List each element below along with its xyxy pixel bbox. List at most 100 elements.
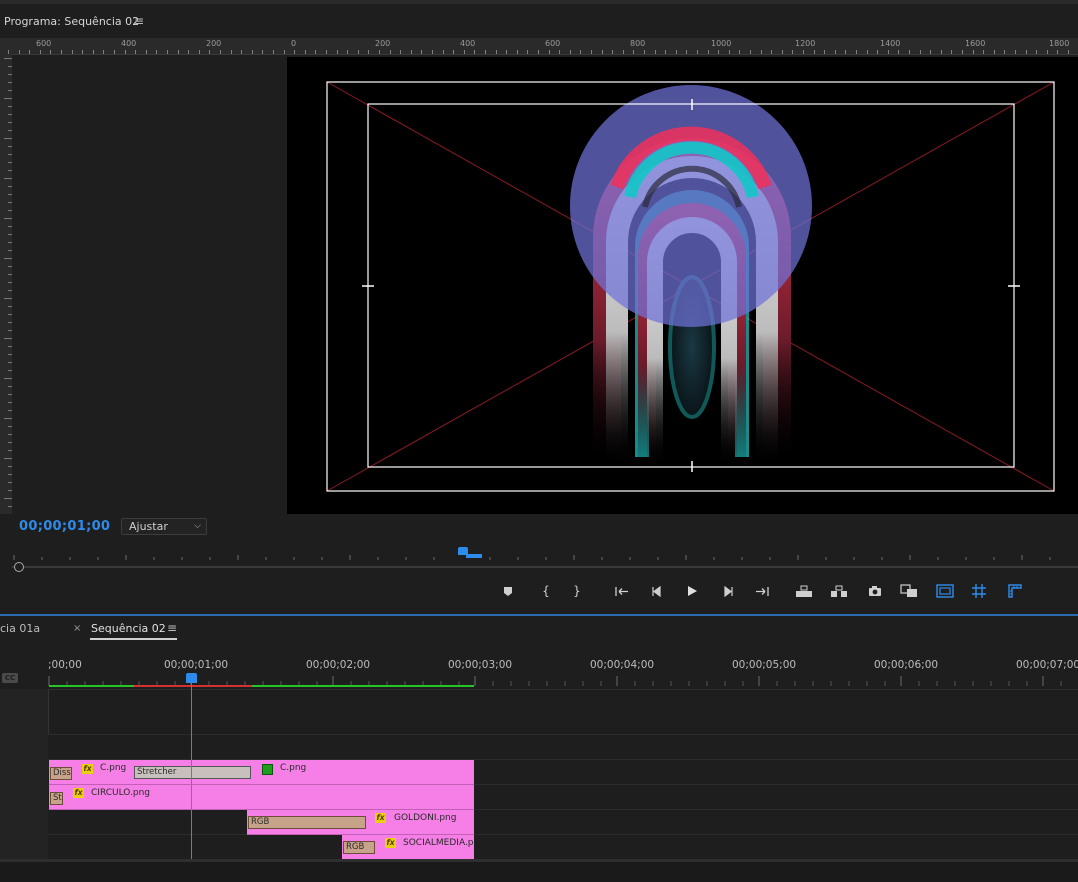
- zoom-scroll-bar[interactable]: [12, 566, 1078, 568]
- ruler-tick: [8, 130, 12, 131]
- render-status-bar-green: [49, 685, 134, 687]
- current-timecode[interactable]: 00;00;01;00: [19, 519, 110, 534]
- ruler-tick: [8, 82, 12, 83]
- play-icon[interactable]: [681, 582, 703, 600]
- ruler-label: 400: [460, 39, 476, 48]
- ruler-tick: [496, 50, 497, 54]
- ruler-tick: [8, 242, 12, 243]
- mark-out-icon[interactable]: }: [566, 582, 588, 600]
- export-frame-icon[interactable]: [864, 582, 886, 600]
- ruler-tick: [146, 50, 147, 54]
- zoom-level-dropdown[interactable]: Ajustar ⌵: [121, 518, 207, 535]
- ruler-tick: [8, 346, 12, 347]
- ruler-tick: [983, 50, 984, 54]
- track-v2[interactable]: [48, 809, 1078, 835]
- ruler-tick: [1026, 50, 1027, 54]
- add-marker-icon[interactable]: [497, 582, 519, 600]
- ruler-tick: [8, 354, 12, 355]
- ruler-tick: [8, 234, 12, 235]
- clip-circulo-png[interactable]: St fx CIRCULO.png: [49, 785, 474, 810]
- transition-dissolve[interactable]: Diss: [50, 767, 72, 780]
- ruler-tick: [474, 50, 475, 54]
- captions-icon[interactable]: CC: [2, 673, 18, 683]
- program-video-frame[interactable]: [287, 57, 1078, 514]
- timecode-label: 00;00;06;00: [874, 659, 939, 671]
- ruler-tick: [8, 306, 12, 307]
- ruler-tick: [167, 50, 168, 54]
- ruler-tick: [8, 170, 12, 171]
- go-to-in-icon[interactable]: [611, 582, 633, 600]
- ruler-label: 1400: [880, 39, 901, 48]
- ruler-tick: [411, 50, 412, 54]
- ruler-tick: [8, 474, 12, 475]
- transition-stretch[interactable]: St: [50, 792, 63, 805]
- comparison-view-icon[interactable]: [898, 582, 920, 600]
- ruler-tick: [19, 50, 20, 54]
- ruler-tick: [4, 98, 12, 99]
- mini-timeline-ruler[interactable]: [0, 545, 1078, 563]
- ruler-label: 600: [545, 39, 561, 48]
- track-v5[interactable]: [48, 734, 1078, 760]
- extract-icon[interactable]: [828, 582, 850, 600]
- ruler-label: 800: [630, 39, 646, 48]
- mini-timeline-ticks: [13, 555, 1051, 560]
- ruler-tick: [1057, 50, 1058, 54]
- effect-stretcher[interactable]: Stretcher: [134, 766, 251, 779]
- ruler-tick: [188, 50, 189, 54]
- track-v1[interactable]: [48, 834, 1078, 860]
- guides-icon[interactable]: [1004, 582, 1026, 600]
- step-back-icon[interactable]: [646, 582, 668, 600]
- vertical-ruler: [0, 54, 12, 514]
- panel-menu-icon[interactable]: ≡: [167, 621, 177, 635]
- step-forward-icon[interactable]: [717, 582, 739, 600]
- ruler-tick: [8, 226, 12, 227]
- ruler-tick: [199, 50, 200, 54]
- ruler-label: 1600: [965, 39, 986, 48]
- clip-socialmedia-png[interactable]: RGB fx SOCIALMEDIA.p: [342, 835, 474, 860]
- go-to-out-icon[interactable]: [751, 582, 773, 600]
- clip-goldoni-png[interactable]: RGB fx GOLDONI.png: [247, 810, 474, 835]
- grid-icon[interactable]: [968, 582, 990, 600]
- ruler-tick: [220, 50, 221, 54]
- ruler-tick: [8, 394, 12, 395]
- ruler-tick: [114, 50, 115, 54]
- panel-menu-icon[interactable]: ≡: [134, 14, 144, 28]
- mark-in-icon[interactable]: {: [535, 582, 557, 600]
- ruler-label: 1200: [795, 39, 816, 48]
- safe-margins-icon[interactable]: [934, 582, 956, 600]
- ruler-tick: [379, 50, 380, 54]
- program-monitor-title[interactable]: Programa: Sequência 02: [4, 15, 139, 28]
- ruler-tick: [262, 50, 263, 54]
- ruler-tick: [443, 50, 444, 54]
- tab-sequencia-01a[interactable]: cia 01a: [0, 622, 40, 635]
- ruler-tick: [485, 50, 486, 54]
- effect-label: Stretcher: [137, 767, 177, 777]
- timeline-playhead-line[interactable]: [191, 676, 192, 879]
- ruler-tick: [8, 90, 12, 91]
- ruler-tick: [8, 370, 12, 371]
- transition-rgb[interactable]: RGB: [343, 841, 375, 854]
- zoom-scroll-handle[interactable]: [14, 562, 24, 572]
- ruler-tick: [4, 458, 12, 459]
- ruler-tick: [231, 50, 232, 54]
- ruler-tick: [4, 178, 12, 179]
- ruler-tick: [103, 50, 104, 54]
- transition-rgb[interactable]: RGB: [248, 816, 366, 829]
- ruler-tick: [549, 50, 550, 54]
- close-icon[interactable]: ×: [73, 623, 81, 634]
- ruler-tick: [4, 58, 12, 59]
- ruler-tick: [973, 50, 974, 54]
- ruler-tick: [527, 50, 528, 54]
- ruler-tick: [962, 50, 963, 54]
- fx-badge-icon: fx: [73, 788, 84, 798]
- tab-sequencia-02[interactable]: Sequência 02: [91, 622, 166, 635]
- ruler-tick: [686, 50, 687, 54]
- clip-c-png[interactable]: Diss fx C.png Stretcher C.png: [49, 760, 474, 785]
- ruler-tick: [8, 274, 12, 275]
- lift-icon[interactable]: [793, 582, 815, 600]
- ruler-tick: [612, 50, 613, 54]
- timecode-label: 00;00;05;00: [732, 659, 797, 671]
- ruler-tick: [8, 450, 12, 451]
- clip-name: C.png: [100, 763, 127, 773]
- ruler-tick: [8, 186, 12, 187]
